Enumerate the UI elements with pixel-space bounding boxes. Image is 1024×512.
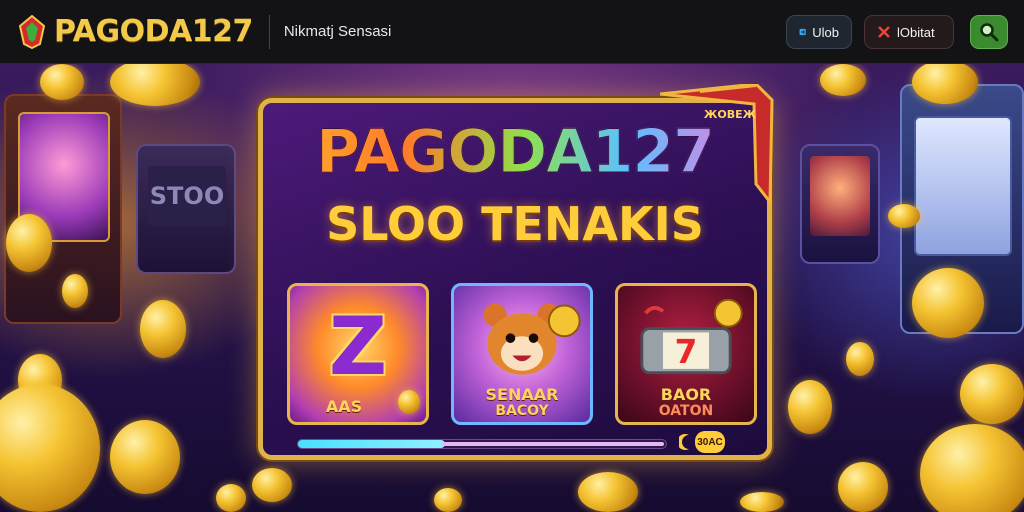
- left-slot-machine-2: STOO: [136, 144, 236, 274]
- header-tagline: Nikmatj Sensasi: [283, 23, 392, 40]
- login-icon: [799, 28, 806, 36]
- progress-track-highlight: [442, 442, 664, 446]
- header-divider: [268, 14, 270, 49]
- game-card-label: BACOY: [495, 403, 549, 419]
- brand-logo[interactable]: PAGODA127: [18, 14, 253, 50]
- gold-coin: [6, 214, 52, 272]
- search-icon: [980, 23, 999, 42]
- coin-pill: 30AC: [695, 431, 725, 453]
- right-slot-machine: [800, 144, 880, 264]
- gold-coin: [838, 462, 888, 512]
- register-label: lObitat: [897, 24, 935, 40]
- corner-ribbon-badge: ЖОВЕЖ: [660, 84, 774, 204]
- brand-name: PAGODA127: [54, 14, 253, 49]
- slot-reel-icon: 7: [640, 298, 743, 375]
- gold-coin: [846, 342, 874, 376]
- z-symbol-icon: Z: [328, 300, 387, 393]
- gold-coin: [740, 492, 784, 512]
- search-button[interactable]: [970, 15, 1008, 49]
- machine-reels: [914, 116, 1012, 256]
- game-card-label: OATON: [658, 403, 714, 419]
- page: PAGODA127 Nikmatj Sensasi Ulob lObitat S…: [0, 0, 1024, 512]
- gold-coin: [398, 390, 420, 414]
- gold-coin: [888, 204, 920, 228]
- fox-mascot-icon: [483, 303, 581, 375]
- gold-coin: [40, 64, 84, 100]
- gold-coin: [0, 384, 100, 512]
- gold-coin: [140, 300, 186, 358]
- top-nav-bar: PAGODA127 Nikmatj Sensasi Ulob lObitat: [0, 0, 1024, 64]
- gold-coin: [578, 472, 638, 512]
- panel-subtitle: SLOO TENAKIS: [326, 197, 704, 251]
- game-card-2[interactable]: SENAAR BACOY: [451, 283, 593, 425]
- machine-screen-text: STOO: [148, 166, 226, 226]
- gold-coin: [434, 488, 462, 512]
- svg-text:7: 7: [675, 333, 698, 371]
- gold-coin: [252, 468, 292, 502]
- machine-screen: [810, 156, 870, 236]
- game-card-1[interactable]: Z AAS: [287, 283, 429, 425]
- gold-coin: [912, 268, 984, 338]
- register-button[interactable]: lObitat: [864, 15, 954, 49]
- gold-coin: [920, 424, 1024, 512]
- ribbon-label: ЖОВЕЖ: [704, 108, 757, 121]
- game-card-3[interactable]: 7 BAOR OATON: [615, 283, 757, 425]
- gold-coin: [788, 380, 832, 434]
- hero-banner: STOO PAGODA127 SLOO TENAKIS Z AAS SENAAR…: [0, 64, 1024, 512]
- login-label: Ulob: [812, 24, 839, 40]
- gold-coin: [62, 274, 88, 308]
- game-card-label: BAOR: [660, 385, 712, 404]
- gold-coin: [960, 364, 1024, 424]
- login-button[interactable]: Ulob: [786, 15, 852, 49]
- gold-coin: [820, 64, 866, 96]
- progress-bar: [297, 439, 667, 449]
- pagoda-logo-icon: [18, 14, 46, 49]
- moon-icon: [679, 434, 689, 450]
- gold-coin: [110, 64, 200, 106]
- progress-fill: [298, 440, 446, 448]
- game-card-label: AAS: [325, 397, 363, 416]
- register-icon: [878, 26, 890, 38]
- gold-coin: [110, 420, 180, 494]
- gold-coin: [216, 484, 246, 512]
- game-card-label: SENAAR: [485, 385, 559, 404]
